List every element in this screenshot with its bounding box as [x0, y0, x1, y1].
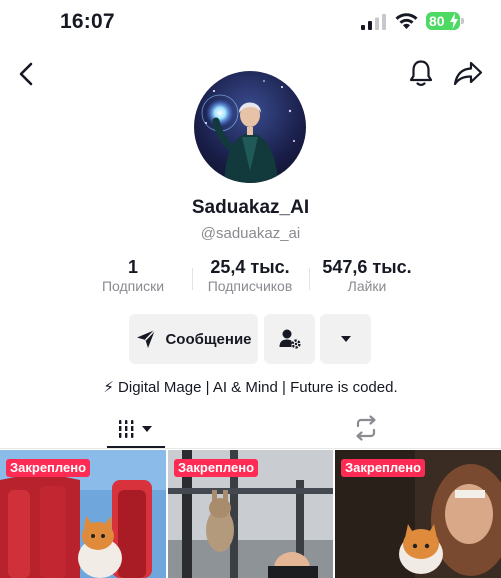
back-arrow-icon[interactable] [14, 60, 40, 88]
stat-divider [192, 268, 193, 290]
notification-bell-icon[interactable] [406, 58, 436, 88]
video-thumbnail[interactable]: Закреплено [0, 450, 166, 578]
pinned-badge: Закреплено [6, 459, 91, 477]
status-time: 16:07 [60, 10, 115, 33]
stat-label: Лайки [347, 278, 387, 294]
stat-label: Подписки [101, 278, 165, 294]
stat-followers[interactable]: 25,4 тыс. Подписчиков [196, 257, 304, 294]
battery-indicator: 80 [426, 12, 460, 30]
follow-settings-button[interactable] [264, 314, 315, 364]
video-thumbnail[interactable]: Закреплено [335, 450, 501, 578]
user-settings-icon [279, 329, 301, 349]
stat-likes[interactable]: 547,6 тыс. Лайки [312, 257, 422, 294]
battery-level: 80 [429, 13, 445, 29]
message-button-label: Сообщение [165, 330, 252, 348]
video-thumbnail[interactable]: Закреплено [168, 450, 333, 578]
repost-tab-icon[interactable] [352, 414, 380, 442]
battery-cap [461, 18, 464, 24]
stat-divider [309, 268, 310, 290]
profile-name: Saduakaz_AI [191, 197, 310, 218]
stat-value: 547,6 тыс. [322, 257, 412, 277]
avatar-image [194, 71, 306, 183]
message-button[interactable]: Сообщение [129, 314, 258, 364]
share-arrow-icon[interactable] [452, 58, 484, 88]
stat-value: 1 [127, 257, 138, 277]
profile-avatar[interactable] [194, 71, 306, 183]
wifi-icon [395, 13, 418, 29]
signal-icon [361, 14, 386, 30]
charging-icon [450, 13, 458, 29]
stat-value: 25,4 тыс. [210, 257, 290, 277]
pinned-badge: Закреплено [341, 459, 426, 477]
more-options-button[interactable] [320, 314, 371, 364]
send-icon [137, 329, 157, 348]
profile-bio: ⚡ Digital Mage | AI & Mind | Future is c… [103, 379, 398, 396]
profile-handle: @saduakaz_ai [200, 225, 301, 242]
stat-label: Подписчиков [207, 278, 293, 294]
tabs-divider [0, 448, 501, 449]
caret-down-icon [340, 336, 351, 342]
videos-tab-icon[interactable] [106, 412, 162, 446]
pinned-badge: Закреплено [174, 459, 259, 477]
stat-following[interactable]: 1 Подписки [92, 257, 174, 294]
